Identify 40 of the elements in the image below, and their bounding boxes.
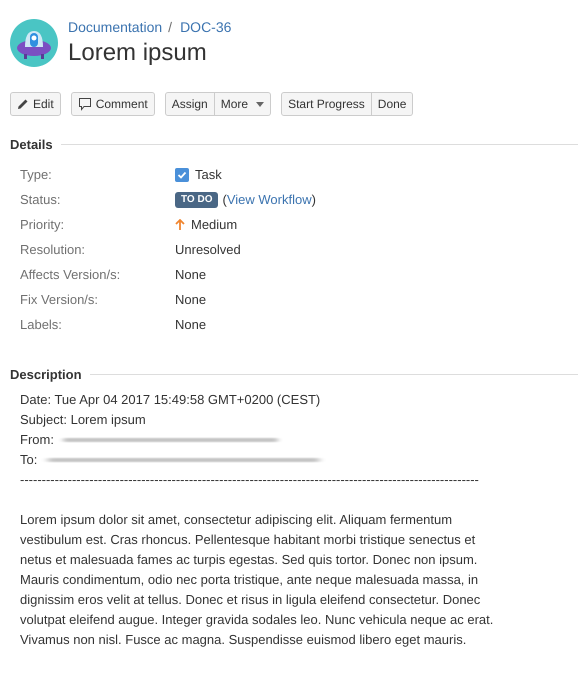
view-workflow-link[interactable]: View Workflow [226, 192, 312, 208]
email-header-line: Date: Tue Apr 04 2017 15:49:58 GMT+0200 (CEST) [20, 391, 320, 409]
status-lozenge: TO DO [175, 192, 218, 208]
email-header-line: Subject: Lorem ipsum [20, 411, 146, 429]
caret-icon [256, 102, 264, 106]
description-paragraph: Lorem ipsum dolor sit amet, consectetur adipiscing elit. Aliquam fermentum vestibulum est. Cras rhoncus. Pellentesque habitant morbi tristique senectus et netus et malesuada fames ac turpis egestas. Sed quis tortor. Donec non ipsum. Mauris condimentum, odio nec porta tristique, ante neque malesuada massa, in dignissim eros velit at tellus. Donec et risus in ligula eleifend consectetur. Donec volutpat eleifend augue. Integer gravida sodales leo. Nunc vehicula neque ac erat. Vivamus non nisl. Fusce ac magna. Suspendisse euismod libero eget mauris. [20, 511, 494, 649]
field-value: Medium [191, 216, 238, 234]
toolbar-button[interactable]: More [214, 92, 272, 116]
field-label: Affects Version/s: [20, 266, 122, 284]
issue-title: Lorem ipsum [68, 38, 208, 68]
toolbar-button[interactable]: Assign [164, 92, 215, 116]
task-checkbox-icon [175, 168, 189, 182]
field-label: Resolution: [20, 241, 86, 260]
toolbar-button[interactable]: Comment [70, 92, 155, 116]
field-value: None [175, 291, 206, 310]
field-value: Unresolved [175, 241, 241, 260]
field-value: None [175, 266, 206, 284]
dashed-separator-text: ---------------------------------------------------------------------------------------------------------- [20, 471, 480, 489]
email-header-line: From: [20, 431, 54, 449]
email-header-line: To: [20, 451, 38, 469]
breadcrumb-link[interactable]: Documentation [68, 17, 162, 38]
toolbar-button[interactable]: Edit [10, 92, 61, 116]
field-label: Status: [20, 191, 62, 210]
field-label: Fix Version/s: [20, 291, 100, 310]
speech-bubble-icon [78, 97, 92, 111]
project-avatar-icon [10, 18, 58, 66]
section-heading: Description [10, 366, 82, 384]
up-arrow-icon [175, 219, 185, 231]
field-label: Priority: [20, 216, 66, 234]
field-value: None [175, 316, 206, 334]
field-label: Labels: [20, 316, 63, 334]
field-label: Type: [20, 166, 53, 184]
breadcrumb-link[interactable]: DOC-36 [180, 17, 232, 38]
field-value: Task [195, 166, 222, 184]
toolbar-button[interactable]: Start Progress [281, 92, 372, 116]
breadcrumb-separator: / [168, 18, 172, 37]
section-heading: Details [10, 136, 53, 154]
toolbar-button[interactable]: Done [372, 92, 414, 116]
pencil-icon [17, 98, 29, 110]
view-workflow-text: (View Workflow) [222, 191, 316, 210]
